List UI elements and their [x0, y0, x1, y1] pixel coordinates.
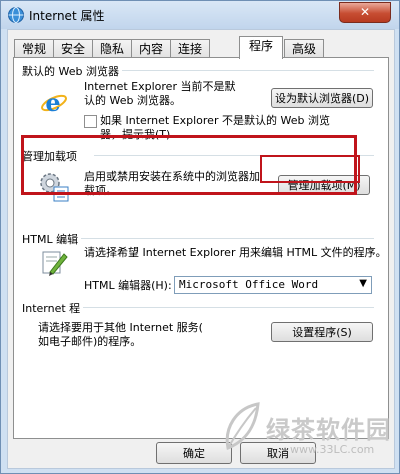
programs-panel: 默认的 Web 浏览器 e Internet Explorer 当前不是默 认的… — [13, 57, 389, 439]
set-programs-button[interactable]: 设置程序(S) — [271, 322, 373, 342]
tab-programs[interactable]: 程序 — [239, 36, 283, 59]
default-browser-description-line1: Internet Explorer 当前不是默 — [84, 80, 236, 93]
tab-privacy[interactable]: 隐私 — [92, 39, 132, 58]
manage-addons-description-line1: 启用或禁用安装在系统中的浏览器加 — [84, 170, 260, 183]
manage-addons-heading: 管理加载项 — [22, 148, 80, 164]
leaf-logo-icon — [225, 402, 260, 451]
ie-logo-icon: e — [41, 88, 67, 117]
html-editor-label: HTML 编辑器(H): — [84, 279, 172, 292]
set-default-browser-button[interactable]: 设为默认浏览器(D) — [271, 88, 373, 108]
html-editor-value: Microsoft Office Word — [179, 278, 319, 291]
title-bar[interactable]: Internet 属性 ✕ — [1, 1, 399, 29]
editor-pen-icon — [42, 251, 68, 276]
prompt-default-label-line2: 器，提示我(T) — [100, 128, 171, 141]
manage-addons-button[interactable]: 管理加载项(M) — [278, 175, 370, 195]
watermark-url: www.33LC.com — [290, 443, 375, 456]
manage-addons-divider — [94, 155, 374, 156]
default-browser-description-line2: 认的 Web 浏览器。 — [84, 94, 181, 107]
tab-connections[interactable]: 连接 — [170, 39, 210, 58]
html-editing-description: 请选择希望 Internet Explorer 用来编辑 HTML 文件的程序。 — [84, 246, 387, 259]
tab-content[interactable]: 内容 — [131, 39, 171, 58]
dialog-body: 常规 安全 隐私 内容 连接 程序 高级 默认的 Web 浏览器 e Inter… — [7, 29, 395, 469]
internet-programs-divider — [78, 307, 374, 308]
window-title: Internet 属性 — [29, 9, 105, 23]
ok-button[interactable]: 确定 — [156, 442, 232, 464]
tab-advanced[interactable]: 高级 — [284, 39, 324, 58]
prompt-default-checkbox[interactable] — [84, 115, 97, 128]
tab-security[interactable]: 安全 — [53, 39, 93, 58]
html-editor-select[interactable]: Microsoft Office Word ▼ — [174, 276, 372, 294]
prompt-default-label-line1: 如果 Internet Explorer 不是默认的 Web 浏览 — [100, 114, 330, 127]
properties-window: Internet 属性 ✕ 常规 安全 隐私 内容 连接 程序 高级 默认的 W… — [0, 0, 400, 474]
svg-text:e: e — [45, 88, 60, 117]
manage-addons-description-line2: 载项。 — [84, 184, 117, 197]
internet-options-icon — [8, 7, 24, 23]
close-button[interactable]: ✕ — [339, 2, 391, 23]
internet-programs-description-line1: 请选择要用于其他 Internet 服务( — [38, 321, 203, 334]
tab-general[interactable]: 常规 — [14, 39, 54, 58]
watermark-text: 绿茶软件园 — [266, 415, 391, 444]
default-browser-heading: 默认的 Web 浏览器 — [22, 63, 122, 79]
internet-programs-heading: Internet 程 — [22, 300, 84, 316]
internet-programs-description-line2: 如电子邮件)的程序。 — [38, 335, 142, 348]
html-editing-divider — [74, 238, 374, 239]
chevron-down-icon: ▼ — [359, 278, 367, 289]
gears-icon — [40, 173, 69, 202]
html-editing-heading: HTML 编辑 — [22, 231, 82, 247]
